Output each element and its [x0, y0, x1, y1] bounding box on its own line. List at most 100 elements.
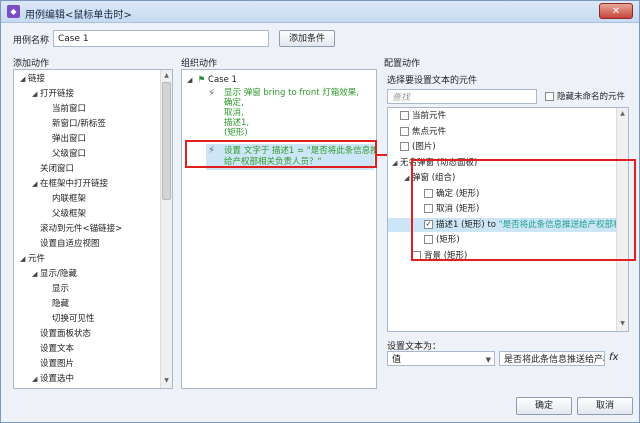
add-action-item-label: 内联框架 — [52, 194, 87, 204]
expand-icon[interactable]: ◢ — [20, 73, 28, 85]
add-action-item-label: 弹出窗口 — [52, 134, 87, 144]
add-action-item[interactable]: 父级框架 — [44, 208, 86, 220]
annotation-highlight-action — [185, 140, 377, 168]
action-show-line: (矩形) — [224, 128, 248, 138]
value-type-label: 值 — [392, 355, 402, 365]
case-name-input[interactable]: Case 1 — [53, 30, 269, 47]
case-node-label: Case 1 — [208, 75, 237, 85]
add-action-item-label: 链接 — [28, 74, 46, 84]
action-show-line: 显示 弹窗 bring to front 灯箱效果, — [224, 88, 360, 98]
case-name-label: 用例名称 — [13, 36, 50, 46]
close-button[interactable]: ✕ — [599, 3, 633, 19]
select-element-label: 选择要设置文本的元件 — [387, 76, 478, 86]
add-actions-scrollbar[interactable]: ▲ ▼ — [160, 70, 172, 388]
scroll-thumb[interactable] — [162, 82, 171, 200]
checkbox-icon[interactable] — [400, 111, 409, 120]
expand-icon[interactable]: ◢ — [20, 253, 28, 265]
add-action-item[interactable]: 显示 — [44, 283, 69, 295]
add-action-item-label: 父级窗口 — [52, 149, 87, 159]
add-action-item-label: 显示 — [52, 284, 70, 294]
title-bar: ◆ 用例编辑<鼠标单击时> ✕ — [1, 1, 639, 23]
add-action-item-label: 设置面板状态 — [40, 329, 92, 339]
add-action-item-label: 隐藏 — [52, 299, 70, 309]
case-editor-dialog: ◆ 用例编辑<鼠标单击时> ✕ 用例名称 Case 1 添加条件 添加动作 组织… — [0, 0, 640, 423]
hide-unnamed-checkbox[interactable]: 隐藏未命名的元件 — [545, 91, 625, 103]
add-action-item-label: 滚动到元件<锚链接> — [40, 224, 123, 234]
add-action-item-label: 切换可见性 — [52, 314, 95, 324]
lightning-icon: ⚡ — [208, 88, 216, 99]
add-action-item[interactable]: 设置图片 — [32, 358, 74, 370]
element-tree-item[interactable]: (图片) — [392, 141, 436, 153]
action-show-line: 取消, — [224, 108, 244, 118]
element-tree-item[interactable]: 焦点元件 — [392, 126, 446, 138]
checkbox-icon[interactable] — [400, 142, 409, 151]
scroll-up-icon[interactable]: ▲ — [618, 109, 627, 118]
add-action-item-label: 设置自适应视图 — [40, 239, 100, 249]
annotation-highlight-tree — [411, 159, 636, 261]
add-action-item[interactable]: 关闭窗口 — [32, 163, 74, 175]
cancel-button[interactable]: 取消 — [577, 397, 633, 415]
add-action-item[interactable]: 设置自适应视图 — [32, 238, 100, 250]
element-tree-item[interactable]: 当前元件 — [392, 110, 446, 122]
add-action-item[interactable]: 弹出窗口 — [44, 133, 86, 145]
add-action-item[interactable]: ◢ 在框架中打开链接 — [32, 178, 108, 190]
add-action-item-label: 设置选中 — [40, 374, 75, 384]
element-tree-item-label: 焦点元件 — [412, 126, 447, 137]
expand-icon[interactable]: ◢ — [32, 268, 40, 280]
add-action-item-label: 当前窗口 — [52, 104, 87, 114]
add-action-item-label: 打开链接 — [40, 89, 75, 99]
add-action-item-label: 元件 — [28, 254, 46, 264]
add-action-item[interactable]: ◢ 设置选中 — [32, 373, 74, 385]
add-action-item[interactable]: 内联框架 — [44, 193, 86, 205]
checkbox-icon — [545, 92, 554, 101]
add-action-item[interactable]: ◢ 打开链接 — [32, 88, 74, 100]
value-text-input[interactable]: 是否将此条信息推送给产权部 — [499, 351, 605, 366]
expand-icon[interactable]: ◢ — [392, 157, 400, 169]
search-input[interactable]: 查找 — [387, 89, 537, 104]
organize-actions-panel: ◢ ⚑ Case 1 ⚡ 显示 弹窗 bring to front 灯箱效果, 确… — [181, 69, 377, 389]
element-tree-item-label: 当前元件 — [412, 111, 447, 121]
action-show-line: 描述1, — [224, 118, 250, 128]
dropdown-arrow-icon: ▼ — [485, 356, 491, 364]
add-action-item-label: 设置图片 — [40, 359, 75, 369]
expand-icon[interactable]: ◢ — [32, 88, 40, 100]
add-condition-button[interactable]: 添加条件 — [279, 30, 335, 47]
add-action-item[interactable]: ◢ 元件 — [20, 253, 45, 265]
expand-icon[interactable]: ◢ — [32, 178, 40, 190]
checkbox-icon[interactable] — [400, 126, 409, 136]
configure-actions-header: 配置动作 — [384, 59, 421, 69]
add-action-item-label: 显示/隐藏 — [40, 269, 77, 279]
add-action-item[interactable]: 新窗口/新标签 — [44, 118, 106, 130]
add-actions-panel: ◢ 链接 ◢ 打开链接 当前窗口 新窗口/新标签 弹出窗口 父级窗口 关闭窗口 ◢ 在框架中打开链接… — [13, 69, 173, 389]
add-action-item[interactable]: ◢ 显示/隐藏 — [32, 268, 77, 280]
add-action-item[interactable]: 设置面板状态 — [32, 328, 91, 340]
add-action-item[interactable]: ◢ 链接 — [20, 73, 45, 85]
add-action-item-label: 新窗口/新标签 — [52, 119, 106, 129]
ok-button[interactable]: 确定 — [516, 397, 572, 415]
action-show-node[interactable]: ⚡ — [208, 88, 215, 100]
add-action-item-label: 设置文本 — [40, 344, 75, 354]
value-type-select[interactable]: 值 ▼ — [387, 351, 495, 366]
app-icon: ◆ — [7, 5, 20, 18]
expand-icon[interactable]: ◢ — [32, 373, 40, 385]
scroll-down-icon[interactable]: ▼ — [618, 319, 627, 328]
add-action-item-label: 关闭窗口 — [40, 164, 75, 174]
add-actions-header: 添加动作 — [13, 59, 50, 69]
add-action-item[interactable]: 当前窗口 — [44, 103, 86, 115]
scroll-up-icon[interactable]: ▲ — [162, 71, 171, 80]
scroll-down-icon[interactable]: ▼ — [162, 376, 171, 385]
add-action-item[interactable]: 切换可见性 — [44, 313, 95, 325]
element-tree-item-label: (图片) — [412, 142, 436, 152]
action-show-line: 确定, — [224, 98, 244, 108]
add-action-item[interactable]: 父级窗口 — [44, 148, 86, 160]
add-action-item[interactable]: 设置文本 — [32, 343, 74, 355]
window-title: 用例编辑<鼠标单击时> — [25, 10, 132, 21]
fx-button[interactable]: fx — [609, 352, 618, 363]
add-action-item-label: 在框架中打开链接 — [40, 179, 109, 189]
add-action-item[interactable]: 滚动到元件<锚链接> — [32, 223, 122, 235]
case-icon: ⚑ — [197, 75, 206, 85]
expand-icon: ◢ — [187, 76, 193, 84]
hide-unnamed-label: 隐藏未命名的元件 — [557, 92, 626, 102]
case-node[interactable]: ◢ ⚑ Case 1 — [187, 74, 237, 86]
add-action-item[interactable]: 隐藏 — [44, 298, 69, 310]
